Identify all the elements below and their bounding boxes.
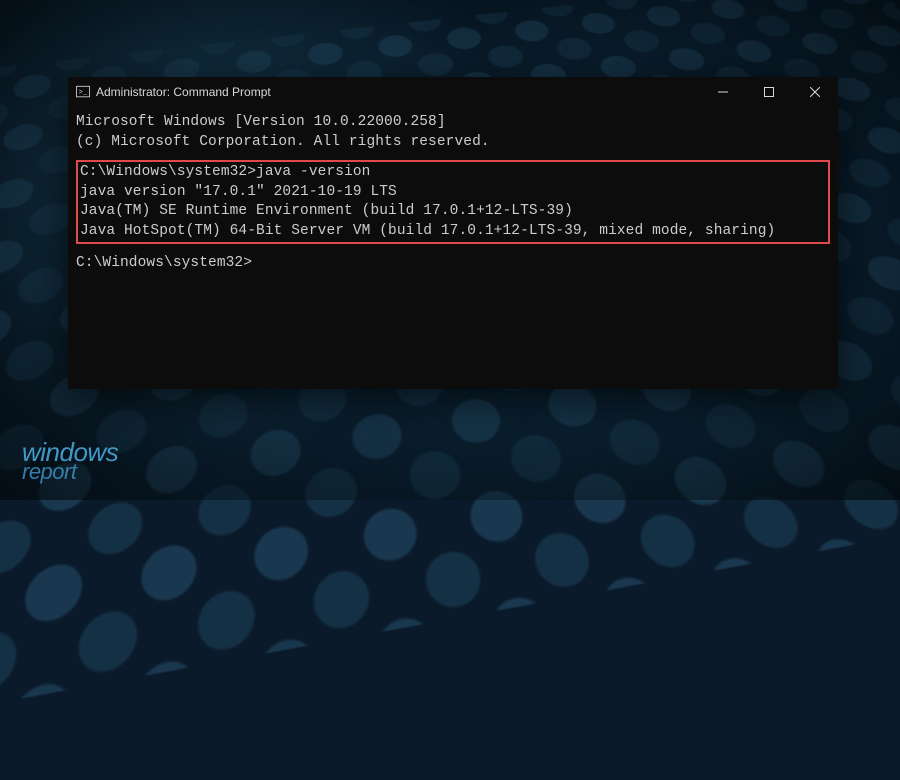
watermark-logo: windows report — [22, 441, 118, 482]
highlighted-output: C:\Windows\system32>java -version java v… — [76, 160, 830, 244]
close-button[interactable] — [792, 77, 838, 107]
output-line: Java HotSpot(TM) 64-Bit Server VM (build… — [80, 222, 826, 242]
minimize-button[interactable] — [700, 77, 746, 107]
svg-text:>_: >_ — [79, 89, 88, 97]
terminal-body[interactable]: Microsoft Windows [Version 10.0.22000.25… — [68, 107, 838, 280]
prompt-path: C:\Windows\system32> — [76, 255, 252, 271]
output-line: Java(TM) SE Runtime Environment (build 1… — [80, 202, 826, 222]
prompt-path: C:\Windows\system32> — [80, 164, 256, 180]
output-line: java version "17.0.1" 2021-10-19 LTS — [80, 183, 826, 203]
prompt-line: C:\Windows\system32> — [76, 254, 830, 274]
banner-line: Microsoft Windows [Version 10.0.22000.25… — [76, 113, 830, 133]
terminal-icon: >_ — [76, 85, 90, 99]
window-title: Administrator: Command Prompt — [96, 85, 271, 99]
prompt-command: java -version — [256, 164, 370, 180]
banner-line: (c) Microsoft Corporation. All rights re… — [76, 133, 830, 153]
titlebar[interactable]: >_ Administrator: Command Prompt — [68, 77, 838, 107]
command-prompt-window: >_ Administrator: Command Prompt Microso… — [68, 77, 838, 389]
maximize-button[interactable] — [746, 77, 792, 107]
prompt-line: C:\Windows\system32>java -version — [80, 163, 826, 183]
